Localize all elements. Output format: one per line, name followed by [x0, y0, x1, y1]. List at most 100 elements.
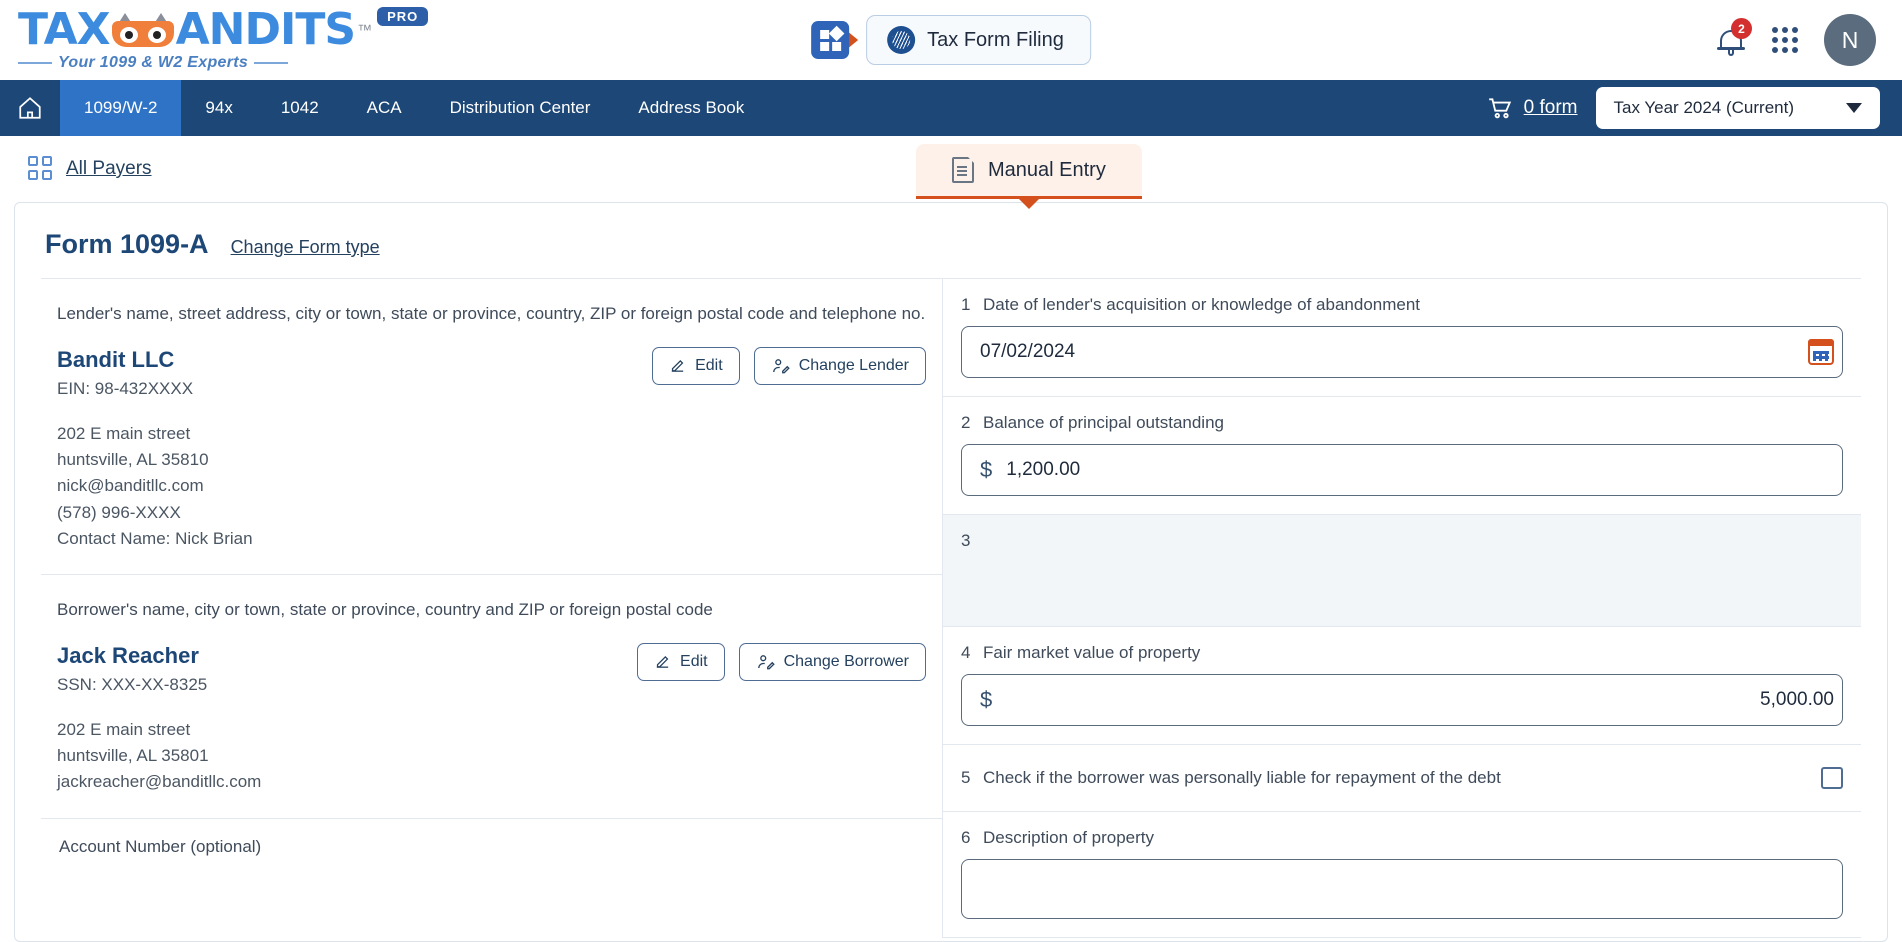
pro-badge: PRO	[377, 6, 429, 26]
edit-borrower-button[interactable]: Edit	[637, 642, 725, 681]
lender-actions: Edit Change Lender	[652, 346, 926, 385]
description-of-property-textarea[interactable]	[961, 859, 1843, 919]
nav-item-address-book[interactable]: Address Book	[614, 80, 768, 136]
chevron-down-icon	[1846, 103, 1862, 113]
date-input-value: 07/02/2024	[980, 341, 1076, 362]
tax-year-value: Tax Year 2024 (Current)	[1613, 98, 1795, 117]
change-borrower-label: Change Borrower	[783, 652, 909, 670]
borrower-ssn: SSN: XXX-XX-8325	[57, 674, 208, 694]
calendar-icon[interactable]	[1808, 339, 1834, 365]
all-payers-label: All Payers	[66, 158, 152, 179]
nav-right-group: 0 form Tax Year 2024 (Current)	[1486, 80, 1902, 136]
lender-address-line: huntsville, AL 35810	[57, 449, 209, 469]
nav-item-1042[interactable]: 1042	[257, 80, 343, 136]
nav-item-94x[interactable]: 94x	[181, 80, 256, 136]
lender-phone: (578) 996-XXXX	[57, 502, 181, 522]
borrower-section-label: Borrower's name, city or town, state or …	[57, 600, 713, 620]
change-form-type-link[interactable]: Change Form type	[231, 237, 380, 258]
field-4-label: Fair market value of property	[983, 643, 1201, 662]
change-borrower-button[interactable]: Change Borrower	[738, 642, 926, 681]
manual-entry-label: Manual Entry	[988, 158, 1106, 181]
user-edit-icon	[757, 654, 775, 670]
cart-link[interactable]: 0 form	[1486, 95, 1578, 121]
edit-lender-button[interactable]: Edit	[652, 346, 740, 385]
lender-contact-name: Contact Name: Nick Brian	[57, 528, 253, 548]
avatar[interactable]: N	[1824, 14, 1876, 66]
tax-year-select[interactable]: Tax Year 2024 (Current)	[1595, 87, 1880, 129]
top-bar: TAX ANDITS ™ PRO Your 1099 & W2 Experts	[0, 0, 1902, 80]
nav-label: Distribution Center	[449, 98, 591, 117]
grid-squares-icon	[28, 156, 54, 182]
nine-dots-icon[interactable]	[1772, 27, 1798, 53]
home-icon[interactable]	[0, 80, 60, 136]
field-1-acquisition-date: 1 Date of lender's acquisition or knowle…	[943, 279, 1861, 397]
lender-address-line: 202 E main street	[57, 423, 191, 443]
nav-label: 1042	[280, 98, 319, 117]
right-column: 1 Date of lender's acquisition or knowle…	[943, 279, 1861, 938]
tax-form-filing-button[interactable]: Tax Form Filing	[866, 15, 1091, 65]
lender-section: Lender's name, street address, city or t…	[41, 279, 942, 576]
field-5-personally-liable: 5 Check if the borrower was personally l…	[943, 745, 1861, 812]
borrower-section: Borrower's name, city or town, state or …	[41, 575, 942, 819]
field-6-number: 6	[961, 828, 971, 847]
tax-form-filing-label: Tax Form Filing	[927, 28, 1064, 51]
page-title: Form 1099-A	[45, 229, 209, 259]
field-5-number: 5	[961, 768, 971, 787]
trademark-symbol: ™	[357, 21, 372, 39]
shopping-cart-icon	[1488, 98, 1511, 119]
field-2-number: 2	[961, 413, 971, 432]
account-number-label: Account Number (optional)	[59, 836, 262, 856]
nav-item-aca[interactable]: ACA	[343, 80, 426, 136]
logo-wordmark: TAX ANDITS ™ PRO	[18, 4, 429, 55]
lender-section-label: Lender's name, street address, city or t…	[57, 304, 926, 323]
principal-balance-input[interactable]: $ 1,200.00	[961, 444, 1843, 496]
cart-label: 0 form	[1523, 97, 1578, 118]
currency-symbol: $	[980, 457, 993, 482]
field-4-number: 4	[961, 643, 971, 662]
lender-name: Bandit LLC	[57, 346, 175, 372]
borrower-address: 202 E main street huntsville, AL 35801 j…	[57, 717, 926, 796]
field-6-description-of-property: 6 Description of property	[943, 812, 1861, 938]
form-header: Form 1099-A Change Form type	[15, 203, 1887, 278]
logo-text-prefix: TAX	[18, 4, 111, 55]
brand-logo[interactable]: TAX ANDITS ™ PRO Your 1099 & W2 Experts	[0, 4, 429, 72]
pencil-icon	[656, 656, 669, 669]
change-lender-button[interactable]: Change Lender	[753, 346, 926, 385]
lender-ein: EIN: 98-432XXXX	[57, 378, 194, 398]
field-4-fair-market-value: 4 Fair market value of property $ 5,000.…	[943, 627, 1861, 745]
borrower-actions: Edit Change Borrower	[637, 642, 926, 681]
field-6-label: Description of property	[983, 828, 1155, 847]
nav-item-1099-w2[interactable]: 1099/W-2	[60, 80, 182, 136]
borrower-name-row: Jack Reacher SSN: XXX-XX-8325 Edit Chang…	[57, 642, 926, 695]
field-5-label: Check if the borrower was personally lia…	[983, 768, 1501, 787]
bell-icon[interactable]: 2	[1716, 18, 1752, 56]
fair-market-value-input[interactable]: $ 5,000.00	[961, 674, 1843, 726]
form-card: Form 1099-A Change Form type Lender's na…	[14, 202, 1888, 942]
borrower-address-line: huntsville, AL 35801	[57, 746, 209, 766]
brand-tagline-text: Your 1099 & W2 Experts	[58, 54, 249, 71]
tab-pointer-icon	[1015, 196, 1042, 209]
nav-item-distribution-center[interactable]: Distribution Center	[426, 80, 615, 136]
field-3-number: 3	[961, 531, 971, 550]
all-payers-link[interactable]: All Payers	[0, 156, 152, 182]
borrower-email: jackreacher@banditllc.com	[57, 772, 262, 792]
personally-liable-checkbox[interactable]	[1821, 767, 1843, 789]
field-1-number: 1	[961, 295, 971, 314]
field-2-principal-balance: 2 Balance of principal outstanding $ 1,2…	[943, 397, 1861, 515]
date-input[interactable]: 07/02/2024	[961, 326, 1843, 378]
tab-manual-entry[interactable]: Manual Entry	[916, 144, 1142, 209]
sub-header: All Payers Manual Entry	[0, 136, 1902, 209]
header-center-group: Tax Form Filing	[811, 15, 1091, 65]
field-3-reserved: 3	[943, 515, 1861, 627]
lender-email: nick@banditllc.com	[57, 476, 204, 496]
borrower-address-line: 202 E main street	[57, 719, 191, 739]
bandit-mask-icon	[111, 13, 174, 47]
principal-balance-value: 1,200.00	[1006, 459, 1081, 480]
edit-lender-label: Edit	[695, 356, 723, 374]
currency-symbol: $	[980, 687, 993, 712]
nav-label: ACA	[366, 98, 402, 117]
nav-label: Address Book	[638, 98, 745, 117]
app-grid-icon[interactable]	[811, 21, 850, 59]
field-2-label: Balance of principal outstanding	[983, 413, 1224, 432]
irs-seal-icon	[887, 26, 916, 54]
